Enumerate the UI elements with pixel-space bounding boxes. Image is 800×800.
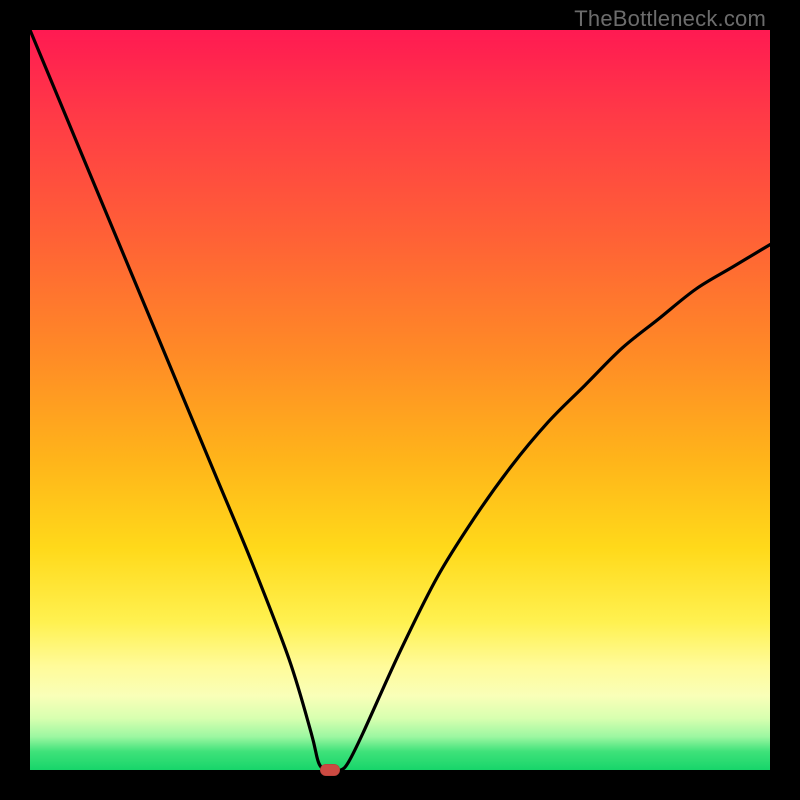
chart-frame [30, 30, 770, 770]
watermark-text: TheBottleneck.com [574, 6, 766, 32]
optimal-point-marker [320, 764, 340, 776]
chart-gradient-background [30, 30, 770, 770]
